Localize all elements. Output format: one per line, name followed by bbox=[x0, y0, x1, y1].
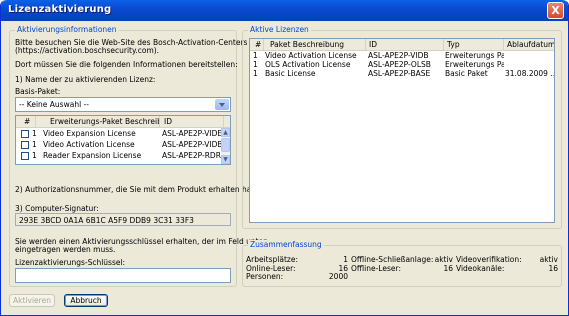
basis-package-label: Basis-Paket: bbox=[15, 87, 61, 96]
extension-checkbox[interactable] bbox=[21, 152, 29, 160]
license-id: ASL-APE2P-BASE bbox=[368, 69, 431, 78]
summary-value-video-verification: aktiv bbox=[539, 255, 558, 264]
license-type: Basic Paket bbox=[445, 69, 488, 78]
extension-id: ASL-APE2P-RDR bbox=[162, 151, 221, 160]
summary-value-video-channels: 16 bbox=[548, 264, 558, 273]
extension-list-header: # Erweiterungs-Paket Beschreibung ID bbox=[16, 116, 230, 128]
provide-info-text: Dort müssen Sie die folgenden Informatio… bbox=[15, 60, 238, 69]
active-license-row[interactable]: 1 Basic License ASL-APE2P-BASE Basic Pak… bbox=[250, 69, 554, 79]
active-licenses-table[interactable]: # Paket Beschreibung ID Typ Ablaufdatum … bbox=[249, 38, 555, 223]
active-licenses-group-label: Aktive Lizenzen bbox=[248, 25, 311, 34]
license-desc: Basic License bbox=[265, 69, 316, 78]
summary-group-label: Zusammenfassung bbox=[248, 240, 324, 249]
extension-desc: Reader Expansion License bbox=[43, 151, 142, 160]
summary-label-video-channels: Videokanäle: bbox=[456, 264, 505, 273]
cancel-button[interactable]: Abbruch bbox=[64, 294, 108, 307]
extension-desc: Video Activation License bbox=[43, 140, 135, 149]
license-expiry: 31.08.2009 ... bbox=[505, 69, 555, 78]
summary-value-offline-locking: aktiv bbox=[434, 255, 453, 264]
basis-package-select[interactable]: -- Keine Auswahl -- bbox=[15, 97, 231, 112]
extension-id: ASL-APE2P-VIDB bbox=[162, 140, 222, 149]
license-activation-dialog: Lizenzaktivierung X Aktivierungsinformat… bbox=[0, 0, 569, 316]
extension-row[interactable]: 1 Video Expansion License ASL-APE2P-VIDE bbox=[16, 129, 230, 139]
summary-label-offline-readers: Offline-Leser: bbox=[351, 264, 401, 273]
extension-package-list[interactable]: # Erweiterungs-Paket Beschreibung ID 1 V… bbox=[15, 115, 231, 165]
col-header-package-desc[interactable]: Paket Beschreibung bbox=[264, 39, 366, 51]
step1-label: 1) Name der zu aktivierenden Lizenz: bbox=[15, 75, 156, 84]
summary-label-workstations: Arbeitsplätze: bbox=[246, 255, 298, 264]
scroll-up-icon[interactable]: ▲ bbox=[221, 128, 230, 137]
close-icon: X bbox=[551, 4, 560, 17]
col-header-num[interactable]: # bbox=[250, 39, 264, 51]
scroll-down-icon[interactable]: ▼ bbox=[221, 155, 230, 164]
key-info-line2: eingetragen werden muss. bbox=[15, 245, 116, 254]
intro-text-line2: (https://activation.boschsecurity.com). bbox=[15, 46, 160, 55]
activation-info-group-label: Aktivierungsinformationen bbox=[15, 25, 119, 34]
extension-checkbox[interactable] bbox=[21, 141, 29, 149]
activate-button[interactable]: Aktivieren bbox=[9, 294, 55, 307]
summary-label-persons: Personen: bbox=[246, 272, 284, 281]
extension-list-scrollbar[interactable]: ▲ ▼ bbox=[221, 128, 230, 164]
extension-row[interactable]: 1 Reader Expansion License ASL-APE2P-RDR bbox=[16, 151, 230, 161]
step3-label: 3) Computer-Signatur: bbox=[15, 204, 99, 213]
col-header-expiry[interactable]: Ablaufdatum bbox=[504, 39, 554, 51]
activation-key-label: Lizenzaktivierungs-Schlüssel: bbox=[15, 258, 126, 267]
close-button[interactable]: X bbox=[547, 2, 564, 19]
computer-signature-value: 293E 3BCD 0A1A 6B1C A5F9 DDB9 3C31 33F3 bbox=[19, 216, 194, 225]
summary-value-offline-readers: 16 bbox=[443, 264, 453, 273]
col-header-num[interactable]: # bbox=[16, 116, 36, 128]
extension-checkbox[interactable] bbox=[21, 130, 29, 138]
summary-label-video-verification: Videoverifikation: bbox=[456, 255, 522, 264]
extension-id: ASL-APE2P-VIDE bbox=[162, 129, 222, 138]
col-header-id[interactable]: ID bbox=[366, 39, 444, 51]
active-licenses-header: # Paket Beschreibung ID Typ Ablaufdatum bbox=[250, 39, 554, 51]
computer-signature-field: 293E 3BCD 0A1A 6B1C A5F9 DDB9 3C31 33F3 bbox=[15, 213, 231, 226]
basis-package-selected: -- Keine Auswahl -- bbox=[19, 100, 89, 109]
chevron-down-icon[interactable] bbox=[215, 99, 229, 110]
col-header-desc[interactable]: Erweiterungs-Paket Beschreibung bbox=[36, 116, 160, 128]
col-header-id[interactable]: ID bbox=[160, 116, 224, 128]
window-title: Lizenzaktivierung bbox=[8, 4, 112, 15]
title-bar[interactable]: Lizenzaktivierung X bbox=[1, 0, 568, 21]
extension-desc: Video Expansion License bbox=[43, 129, 136, 138]
activation-key-input[interactable] bbox=[15, 268, 231, 283]
col-header-type[interactable]: Typ bbox=[444, 39, 504, 51]
step2-label: 2) Authorizationsnummer, die Sie mit dem… bbox=[15, 185, 266, 194]
summary-value-persons: 2000 bbox=[328, 272, 348, 281]
scroll-thumb[interactable] bbox=[221, 138, 230, 152]
summary-value-workstations: 1 bbox=[343, 255, 348, 264]
summary-label-offline-locking: Offline-Schließanlage: bbox=[351, 255, 434, 264]
extension-row[interactable]: 1 Video Activation License ASL-APE2P-VID… bbox=[16, 140, 230, 150]
